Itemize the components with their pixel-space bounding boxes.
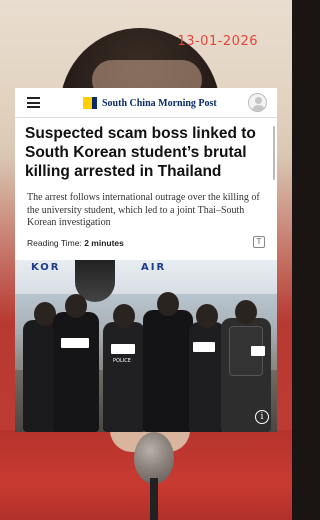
info-icon[interactable]: i [255,410,269,424]
police-vest-label: POLICE [113,358,131,364]
officer-figure [143,292,193,432]
font-size-icon[interactable]: T [253,236,265,248]
officer-figure: POLICE [103,304,145,432]
date-overlay: 13-01-2026 [177,34,258,49]
reading-time-label: Reading Time: [27,238,82,248]
user-avatar-icon[interactable] [248,93,267,112]
officer-figure [189,304,225,432]
aircraft-livery-text: KOR [31,262,61,273]
officer-figure [53,294,99,432]
reading-time: Reading Time: 2 minutes [27,238,124,248]
reading-time-value: 2 minutes [84,238,124,248]
scmp-logo-icon [83,97,97,109]
hamburger-menu-icon[interactable] [27,97,40,108]
site-header: South China Morning Post [15,88,277,118]
microphone-handle [150,478,158,520]
site-brand[interactable]: South China Morning Post [83,96,217,110]
scroll-indicator [273,126,275,180]
aircraft-livery-text-2: AIR [141,262,167,273]
aircraft-fuselage: KOR AIR [15,260,277,294]
article-photo: KOR AIR POLICE i [15,260,277,432]
brand-name: South China Morning Post [102,97,217,109]
microphone [134,432,174,484]
article-summary: The arrest follows international outrage… [27,192,260,228]
article-card[interactable]: South China Morning Post Suspected scam … [15,88,277,432]
article-headline: Suspected scam boss linked to South Kore… [25,125,256,180]
